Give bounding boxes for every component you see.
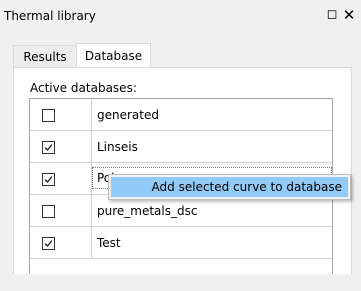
checkbox-cell [30, 131, 92, 163]
tab-database[interactable]: Database [76, 43, 151, 68]
database-tab-panel: Active databases: generated Linseis Poly… [13, 67, 352, 274]
database-checkbox[interactable] [42, 109, 55, 122]
checkbox-cell [30, 195, 92, 227]
close-icon[interactable]: ✕ [341, 6, 357, 24]
checkbox-cell [30, 163, 92, 195]
checkbox-cell [30, 227, 92, 259]
window-title: Thermal library [4, 9, 96, 23]
database-checkbox[interactable] [42, 173, 55, 186]
checkbox-cell [30, 99, 92, 131]
thermal-library-window: Thermal library ◻ ✕ Results Database Act… [0, 0, 361, 274]
checkmark-icon [44, 240, 53, 247]
database-checkbox[interactable] [42, 141, 55, 154]
add-curve-to-database-menu-item[interactable]: Add selected curve to database [111, 177, 348, 197]
database-checkbox[interactable] [42, 205, 55, 218]
table-row: Linseis [30, 131, 332, 163]
database-name[interactable]: Linseis [97, 139, 138, 155]
active-databases-label: Active databases: [30, 81, 137, 95]
checkmark-icon [44, 176, 53, 183]
database-name[interactable]: pure_metals_dsc [97, 203, 197, 219]
titlebar: Thermal library ◻ ✕ [0, 0, 361, 36]
table-row: Test [30, 227, 332, 259]
database-name[interactable]: generated [97, 107, 159, 123]
restore-icon[interactable]: ◻ [324, 6, 340, 24]
database-name[interactable]: Test [97, 235, 121, 251]
tab-results[interactable]: Results [13, 45, 77, 68]
checkmark-icon [44, 144, 53, 151]
context-menu: Add selected curve to database [108, 174, 351, 200]
database-checkbox[interactable] [42, 237, 55, 250]
table-row-empty [30, 259, 332, 291]
table-row: generated [30, 99, 332, 131]
